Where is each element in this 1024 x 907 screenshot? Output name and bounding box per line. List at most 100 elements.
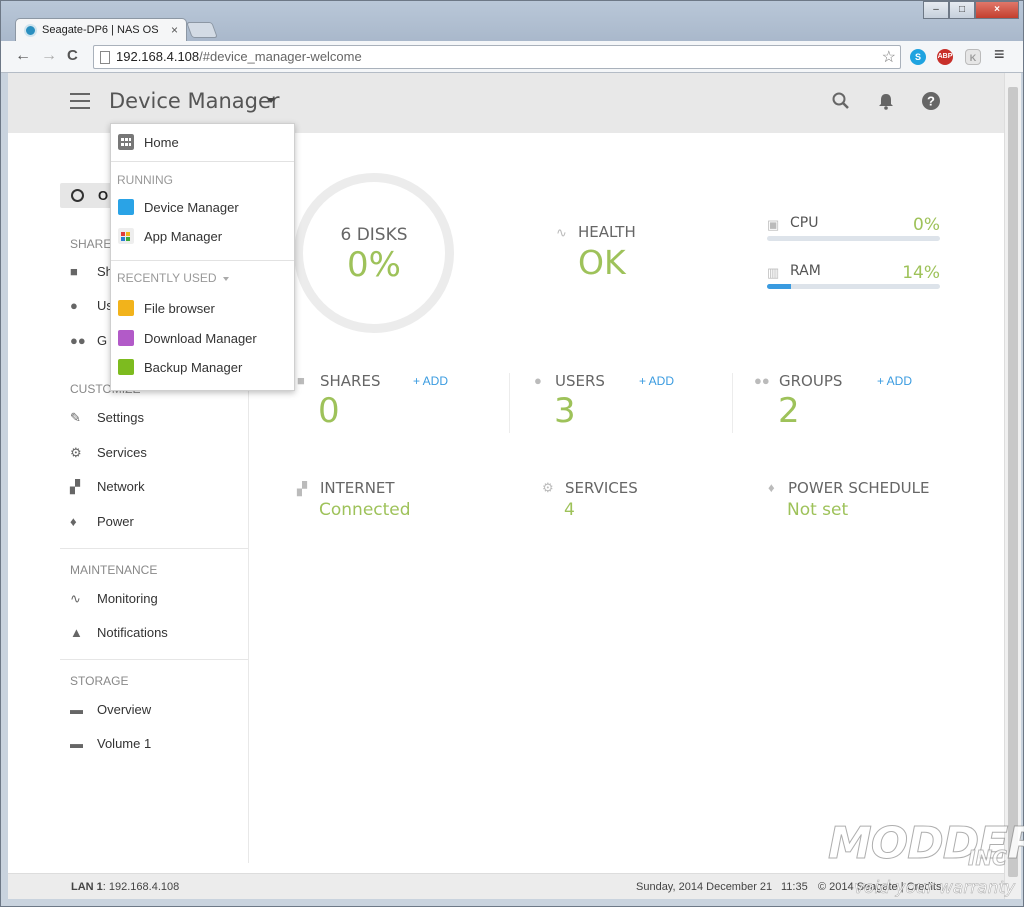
help-icon[interactable]: ?	[921, 91, 941, 111]
sidebar-item-volume-1[interactable]: ▬ Volume 1	[70, 736, 240, 756]
bookmark-star-icon[interactable]: ☆	[882, 47, 896, 67]
sidebar-section-maintenance: MAINTENANCE	[70, 563, 158, 577]
tab-close-icon[interactable]: ×	[171, 23, 178, 37]
sidebar-item-monitoring[interactable]: ∿ Monitoring	[70, 591, 240, 611]
user-icon: ●	[534, 373, 542, 388]
new-tab-button[interactable]	[186, 22, 218, 38]
disks-label: 6 DISKS	[340, 225, 408, 245]
search-icon[interactable]	[831, 91, 851, 111]
users-label: USERS	[555, 372, 605, 390]
chrome-menu-icon[interactable]: ≡	[994, 44, 1005, 65]
groups-count: 2	[778, 391, 800, 431]
power-schedule-value: Not set	[787, 500, 849, 520]
close-window-button[interactable]: ×	[975, 1, 1019, 19]
lightbulb-icon: ♦	[768, 480, 775, 495]
sidebar-section-shares: SHARE	[70, 237, 112, 251]
extension-k-icon[interactable]: K	[965, 49, 981, 65]
lightbulb-icon: ♦	[70, 514, 77, 529]
bell-icon[interactable]	[876, 91, 896, 111]
browser-window: Seagate-DP6 | NAS OS × – □ × ← → C 192.1…	[0, 0, 1024, 907]
ram-value: 14%	[902, 263, 940, 283]
url-host: 192.168.4.108	[116, 49, 200, 64]
group-icon: ●●	[70, 333, 86, 348]
volume-icon: ▬	[70, 736, 83, 751]
ram-label: RAM	[790, 263, 821, 279]
cpu-usage-bar	[767, 236, 940, 241]
seagate-favicon-icon	[24, 24, 37, 37]
title-dropdown-caret-icon[interactable]	[267, 98, 275, 103]
folder-icon: ■	[297, 373, 305, 388]
menu-item-label: Download Manager	[144, 331, 257, 346]
disks-usage-value: 0%	[347, 245, 401, 285]
group-icon: ●●	[754, 373, 770, 388]
browser-tab[interactable]: Seagate-DP6 | NAS OS ×	[15, 18, 187, 42]
sidebar-item-label: Overview	[97, 702, 152, 717]
sidebar-item-label: Settings	[97, 410, 144, 425]
cpu-label: CPU	[790, 215, 819, 231]
page-icon	[100, 51, 110, 64]
menu-section-label: RECENTLY USED	[117, 271, 217, 285]
file-browser-app-icon	[118, 300, 134, 316]
menu-item-download-manager[interactable]: Download Manager	[111, 327, 294, 351]
vertical-scrollbar[interactable]	[1004, 73, 1021, 899]
menu-item-app-manager[interactable]: App Manager	[111, 225, 294, 249]
health-value: OK	[578, 243, 626, 282]
add-group-button[interactable]: + ADD	[877, 374, 912, 388]
menu-item-backup-manager[interactable]: Backup Manager	[111, 356, 294, 380]
hamburger-menu-icon[interactable]	[70, 93, 90, 109]
wrench-icon: ✎	[70, 410, 81, 425]
lan-label: LAN 1	[71, 881, 103, 893]
sidebar-item-label: Power	[97, 514, 134, 529]
internet-label: INTERNET	[320, 479, 395, 497]
network-icon: ▞	[297, 481, 307, 496]
minimize-button[interactable]: –	[923, 1, 949, 19]
menu-section-running: RUNNING	[117, 173, 173, 187]
add-share-button[interactable]: + ADD	[413, 374, 448, 388]
add-user-button[interactable]: + ADD	[639, 374, 674, 388]
menu-item-label: Device Manager	[144, 200, 239, 215]
network-icon: ▞	[70, 479, 80, 494]
menu-item-home[interactable]: Home	[111, 131, 294, 155]
internet-value: Connected	[319, 500, 411, 520]
adblock-extension-icon[interactable]: ABP	[937, 49, 953, 65]
url-path: /#device_manager-welcome	[199, 49, 362, 64]
address-bar[interactable]: 192.168.4.108/#device_manager-welcome ☆	[93, 45, 901, 69]
grid-home-icon	[118, 134, 134, 150]
menu-item-file-browser[interactable]: File browser	[111, 297, 294, 321]
menu-section-recently-used: RECENTLY USED	[117, 271, 229, 285]
scrollbar-thumb[interactable]	[1008, 87, 1018, 877]
sidebar-item-services[interactable]: ⚙ Services	[70, 445, 240, 465]
folder-icon: ■	[70, 264, 78, 279]
sidebar-item-label: Volume 1	[97, 736, 152, 751]
maximize-button[interactable]: □	[949, 1, 975, 19]
sidebar-item-label: O	[98, 188, 109, 203]
back-arrow-icon[interactable]: ←	[15, 47, 31, 65]
sidebar-item-power[interactable]: ♦ Power	[70, 514, 240, 534]
sidebar-item-label: Monitoring	[97, 591, 158, 606]
device-manager-app-icon	[118, 199, 134, 215]
sidebar-divider	[60, 659, 248, 660]
menu-item-device-manager[interactable]: Device Manager	[111, 196, 294, 220]
sidebar-item-notifications[interactable]: ▲ Notifications	[70, 625, 240, 645]
window-controls: – □ ×	[923, 1, 1019, 19]
skype-extension-icon[interactable]: S	[910, 49, 926, 65]
menu-item-label: App Manager	[144, 229, 223, 244]
services-label: SERVICES	[565, 479, 638, 497]
hard-drive-icon: ▬	[70, 702, 83, 717]
app-manager-app-icon	[118, 228, 134, 244]
svg-text:?: ?	[927, 94, 935, 109]
shares-label: SHARES	[320, 372, 381, 390]
reload-icon[interactable]: C	[67, 47, 78, 64]
health-label: HEALTH	[578, 223, 636, 241]
cpu-chip-icon: ▣	[767, 217, 780, 232]
health-pulse-icon: ∿	[556, 225, 567, 240]
forward-arrow-icon[interactable]: →	[41, 47, 57, 65]
sidebar-item-storage-overview[interactable]: ▬ Overview	[70, 702, 240, 722]
shares-count: 0	[318, 391, 340, 431]
lan-status: LAN 1: 192.168.4.108	[71, 881, 179, 893]
chevron-down-icon[interactable]	[222, 276, 229, 281]
sidebar-item-settings[interactable]: ✎ Settings	[70, 410, 240, 430]
sidebar-item-network[interactable]: ▞ Network	[70, 479, 240, 499]
menu-item-label: File browser	[144, 301, 215, 316]
app-title[interactable]: Device Manager	[109, 89, 280, 113]
